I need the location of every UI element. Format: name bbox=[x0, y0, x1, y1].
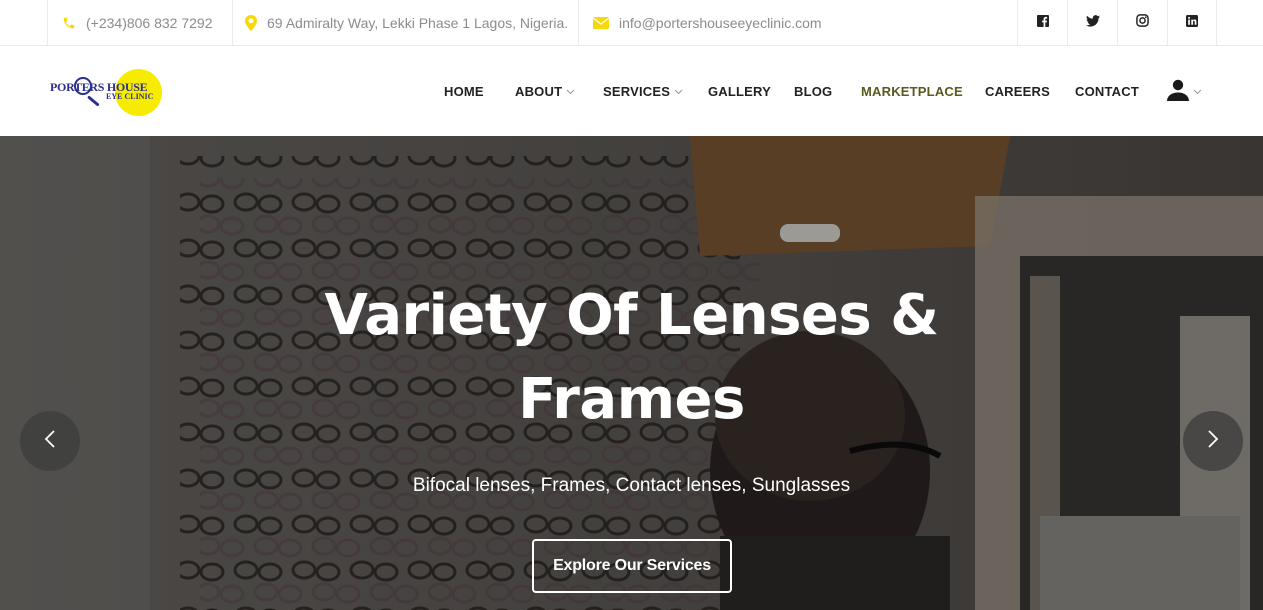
phone-icon bbox=[62, 16, 76, 30]
topbar-phone-text: (+234)806 832 7292 bbox=[86, 15, 213, 31]
top-bar: (+234)806 832 7292 69 Admiralty Way, Lek… bbox=[0, 0, 1263, 46]
site-logo[interactable]: PORTERS HOUSE EYE CLINIC bbox=[48, 68, 164, 116]
chevron-left-icon bbox=[44, 429, 56, 453]
nav-about-label: ABOUT bbox=[515, 84, 563, 99]
nav-services[interactable]: SERVICES bbox=[603, 47, 683, 136]
topbar-email-text: info@portershouseeyeclinic.com bbox=[619, 15, 822, 31]
topbar-address: 69 Admiralty Way, Lekki Phase 1 Lagos, N… bbox=[233, 0, 579, 46]
logo-magnifier-handle bbox=[87, 95, 100, 107]
nav-blog[interactable]: BLOG bbox=[794, 47, 832, 136]
nav-contact[interactable]: CONTACT bbox=[1075, 47, 1139, 136]
twitter-link[interactable] bbox=[1067, 0, 1117, 46]
instagram-icon bbox=[1136, 14, 1149, 32]
nav-contact-label: CONTACT bbox=[1075, 84, 1139, 99]
facebook-icon bbox=[1036, 14, 1049, 32]
chevron-down-icon bbox=[566, 89, 575, 95]
location-pin-icon bbox=[245, 15, 257, 31]
nav-services-label: SERVICES bbox=[603, 84, 671, 99]
nav-about[interactable]: ABOUT bbox=[515, 47, 575, 136]
envelope-icon bbox=[593, 17, 609, 29]
slider-prev-button[interactable] bbox=[20, 411, 80, 471]
chevron-down-icon bbox=[674, 89, 683, 95]
facebook-link[interactable] bbox=[1017, 0, 1067, 46]
nav-home-label: HOME bbox=[444, 84, 484, 99]
hero-slider: Variety Of Lenses & Frames Bifocal lense… bbox=[0, 136, 1263, 610]
twitter-icon bbox=[1085, 14, 1100, 32]
nav-careers[interactable]: CAREERS bbox=[985, 47, 1050, 136]
topbar-email[interactable]: info@portershouseeyeclinic.com bbox=[579, 0, 859, 46]
main-header: PORTERS HOUSE EYE CLINIC HOME ABOUT SERV… bbox=[0, 47, 1263, 136]
hero-title: Variety Of Lenses & Frames bbox=[324, 283, 939, 432]
logo-text-sub: EYE CLINIC bbox=[106, 92, 154, 101]
nav-careers-label: CAREERS bbox=[985, 84, 1050, 99]
chevron-right-icon bbox=[1207, 429, 1219, 453]
slider-next-button[interactable] bbox=[1183, 411, 1243, 471]
user-account-menu[interactable] bbox=[1167, 47, 1202, 136]
hero-subtitle: Bifocal lenses, Frames, Contact lenses, … bbox=[412, 475, 851, 496]
explore-services-button[interactable]: Explore Our Services bbox=[532, 539, 732, 593]
linkedin-link[interactable] bbox=[1167, 0, 1217, 46]
nav-blog-label: BLOG bbox=[794, 84, 833, 99]
topbar-phone[interactable]: (+234)806 832 7292 bbox=[47, 0, 233, 46]
nav-marketplace[interactable]: MARKETPLACE bbox=[861, 47, 963, 136]
nav-gallery-label: GALLERY bbox=[708, 84, 772, 99]
nav-marketplace-label: MARKETPLACE bbox=[861, 84, 963, 99]
nav-home[interactable]: HOME bbox=[444, 47, 484, 136]
chevron-down-icon bbox=[1193, 89, 1202, 95]
instagram-link[interactable] bbox=[1117, 0, 1167, 46]
topbar-address-text: 69 Admiralty Way, Lekki Phase 1 Lagos, N… bbox=[267, 15, 569, 31]
linkedin-icon bbox=[1186, 14, 1198, 32]
user-icon bbox=[1167, 79, 1189, 104]
nav-gallery[interactable]: GALLERY bbox=[708, 47, 771, 136]
